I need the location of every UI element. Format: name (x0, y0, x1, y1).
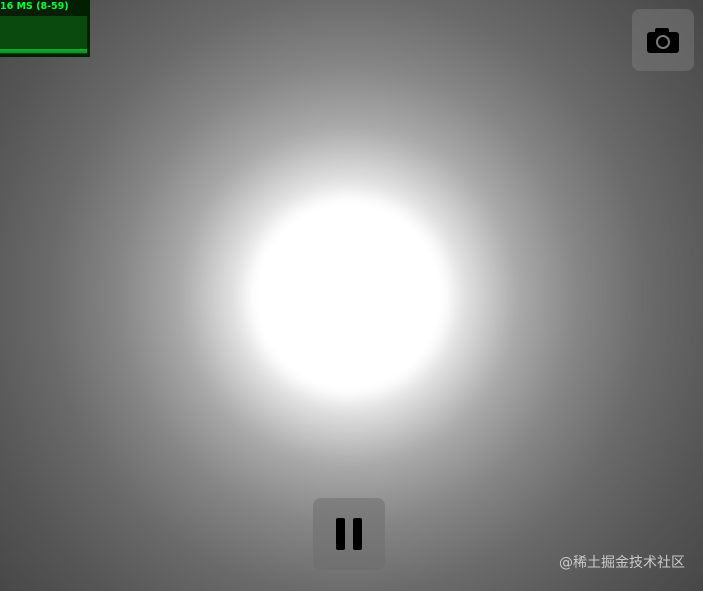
glowing-sun (259, 206, 439, 386)
stats-panel[interactable]: 16 MS (8-59) (0, 0, 90, 57)
pause-icon (336, 518, 362, 550)
pause-button[interactable] (313, 498, 385, 570)
camera-icon (647, 28, 679, 53)
stats-readout: 16 MS (8-59) (0, 1, 69, 12)
stats-graph-line (0, 49, 87, 53)
watermark: @稀土掘金技术社区 (559, 555, 685, 571)
screenshot-button[interactable] (632, 9, 694, 71)
